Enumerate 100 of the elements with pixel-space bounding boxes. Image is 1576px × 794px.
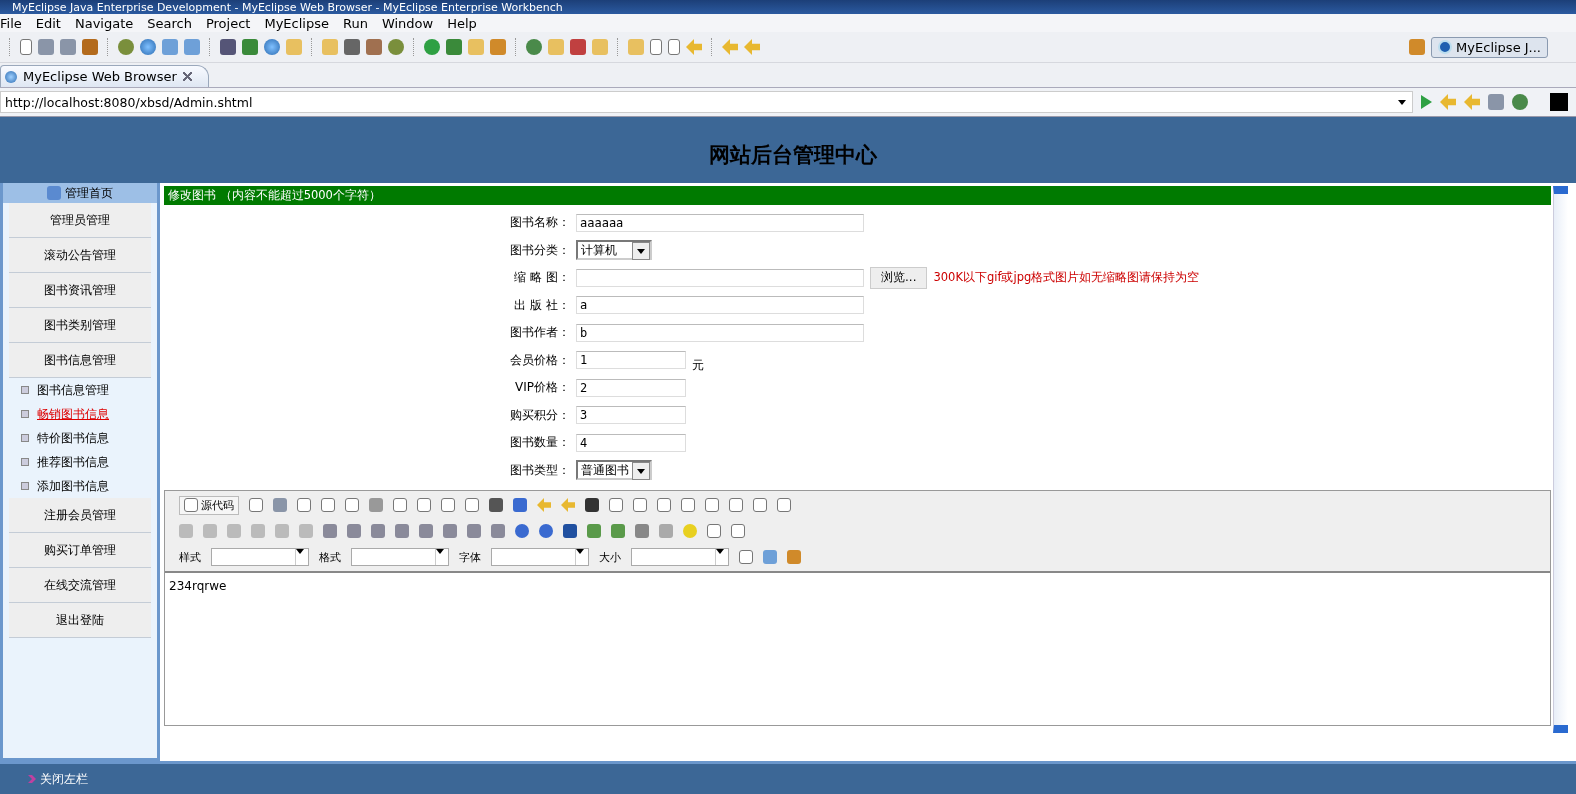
field-label: 缩 略 图：	[513, 269, 570, 287]
file-field[interactable]	[576, 268, 864, 287]
sidebar-section[interactable]: 图书信息管理	[9, 343, 151, 378]
editor-tool-icon[interactable]	[513, 498, 527, 512]
editor-tool-icon[interactable]	[739, 550, 753, 564]
select-field[interactable]: 计算机	[576, 240, 652, 261]
sidebar-section[interactable]: 注册会员管理	[9, 498, 151, 533]
editor-tool-icon[interactable]	[515, 524, 529, 538]
editor-tool-icon[interactable]	[585, 498, 599, 512]
input-field[interactable]: 1	[576, 351, 686, 370]
dropdown-field[interactable]	[211, 548, 309, 566]
field-label: 图书类型：	[509, 461, 570, 479]
bullet-icon	[21, 434, 29, 442]
editor-tool-icon[interactable]	[563, 524, 577, 538]
input-field[interactable]: b	[576, 323, 864, 342]
input-field[interactable]: aaaaaa	[576, 213, 864, 232]
toolbar-icon[interactable]	[264, 39, 280, 55]
perspective-icon[interactable]	[1409, 39, 1426, 55]
sidebar-section[interactable]: 购买订单管理	[9, 533, 151, 568]
editor-tool-icon[interactable]	[731, 524, 745, 538]
editor-tool-icon[interactable]	[729, 498, 743, 512]
editor-tool-icon[interactable]	[705, 498, 719, 512]
field-label: 会员价格：	[509, 351, 570, 369]
input-field[interactable]: 3	[576, 406, 686, 425]
toolbar-icon[interactable]	[220, 39, 236, 55]
toolbar-icon[interactable]	[140, 39, 156, 55]
editor-tool-icon[interactable]	[393, 498, 407, 512]
toolbar-icon[interactable]	[118, 39, 134, 55]
editor-tool-icon[interactable]	[681, 498, 695, 512]
toolbar-icon[interactable]	[668, 39, 680, 55]
sidebar-section[interactable]: 图书资讯管理	[9, 273, 151, 308]
logo-icon	[1438, 40, 1453, 54]
toolbar-icon[interactable]	[526, 39, 542, 55]
hint-text: 300K以下gif或jpg格式图片如无缩略图请保持为空	[933, 270, 1200, 286]
editor-tool-icon[interactable]	[345, 498, 359, 512]
source-code-button[interactable]: 源代码	[179, 495, 239, 515]
editor-tool-icon[interactable]	[609, 498, 623, 512]
input-field[interactable]: 2	[576, 378, 686, 397]
menu-item[interactable]: Search	[147, 15, 192, 31]
sidebar-section[interactable]: 在线交流管理	[9, 568, 151, 603]
sidebar-link[interactable]: 特价图书信息	[37, 430, 109, 446]
editor-tool-icon[interactable]	[297, 498, 311, 512]
editor-tool-icon[interactable]	[707, 524, 721, 538]
editor-tool-icon[interactable]	[657, 498, 671, 512]
field-label: 图书分类：	[509, 241, 570, 259]
editor-tool-icon[interactable]	[417, 498, 431, 512]
dropdown-icon[interactable]	[1398, 99, 1406, 105]
dropdown-label: 样式	[179, 549, 201, 565]
perspective-button[interactable]: MyEclipse J...	[1431, 36, 1548, 58]
scrollbar[interactable]	[1553, 186, 1568, 733]
editor-tool-icon[interactable]	[249, 498, 263, 512]
menu-item[interactable]: File	[0, 15, 22, 31]
browse-button[interactable]: 浏览...	[870, 266, 928, 289]
toolbar-icon[interactable]	[424, 39, 440, 55]
computer-icon	[47, 186, 61, 200]
toolbar-icon[interactable]	[570, 39, 586, 55]
close-sidebar-link[interactable]: 关闭左栏	[40, 770, 88, 788]
menu-item[interactable]: Navigate	[74, 15, 134, 31]
square-icon	[1550, 93, 1568, 111]
stop-icon[interactable]	[1488, 94, 1504, 110]
toolbar-icon[interactable]	[388, 39, 404, 55]
dropdown-field[interactable]	[351, 548, 449, 566]
address-field[interactable]: http://localhost:8080/xbsd/Admin.shtml	[0, 91, 1413, 113]
menu-item[interactable]: Help	[447, 15, 477, 31]
sidebar-link[interactable]: 添加图书信息	[37, 478, 109, 494]
toolbar-icon[interactable]	[344, 39, 360, 55]
select-field[interactable]: 普通图书	[576, 460, 652, 481]
sidebar-section[interactable]: 退出登陆	[9, 603, 151, 638]
editor-tool-icon[interactable]	[753, 498, 767, 512]
sidebar-link[interactable]: 推荐图书信息	[37, 454, 109, 470]
input-field[interactable]: a	[576, 296, 864, 315]
editor-tool-icon[interactable]	[321, 498, 335, 512]
menu-item[interactable]: Edit	[35, 15, 61, 31]
sidebar-link[interactable]: 图书信息管理	[37, 382, 109, 398]
sidebar-section[interactable]: 图书类别管理	[9, 308, 151, 343]
sidebar-link[interactable]: 畅销图书信息	[37, 406, 109, 422]
sidebar-home-link[interactable]: 管理首页	[3, 183, 157, 203]
editor-tool-icon[interactable]	[465, 498, 479, 512]
field-label: 图书作者：	[509, 324, 570, 342]
dropdown-field[interactable]	[491, 548, 589, 566]
field-label: 图书名称：	[509, 214, 570, 232]
sidebar-section[interactable]: 滚动公告管理	[9, 238, 151, 273]
editor-tool-icon[interactable]	[777, 498, 791, 512]
sidebar-section[interactable]: 管理员管理	[9, 203, 151, 238]
editor-tool-icon[interactable]	[633, 498, 647, 512]
menu-item[interactable]: Run	[342, 15, 368, 31]
dropdown-field[interactable]	[631, 548, 729, 566]
menu-item[interactable]: MyEclipse	[264, 15, 329, 31]
refresh-icon[interactable]	[1512, 94, 1528, 110]
editor-tool-icon[interactable]	[489, 498, 503, 512]
input-field[interactable]: 4	[576, 433, 686, 452]
editor-tool-icon[interactable]	[539, 524, 553, 538]
browser-tab[interactable]: MyEclipse Web Browser	[0, 65, 209, 87]
menu-item[interactable]: Window	[381, 15, 434, 31]
toolbar-icon[interactable]	[20, 39, 32, 55]
toolbar-icon[interactable]	[650, 39, 662, 55]
close-icon[interactable]	[182, 72, 192, 81]
menu-item[interactable]: Project	[205, 15, 251, 31]
editor-tool-icon[interactable]	[441, 498, 455, 512]
editor-text: 234rqrwe	[169, 579, 227, 593]
